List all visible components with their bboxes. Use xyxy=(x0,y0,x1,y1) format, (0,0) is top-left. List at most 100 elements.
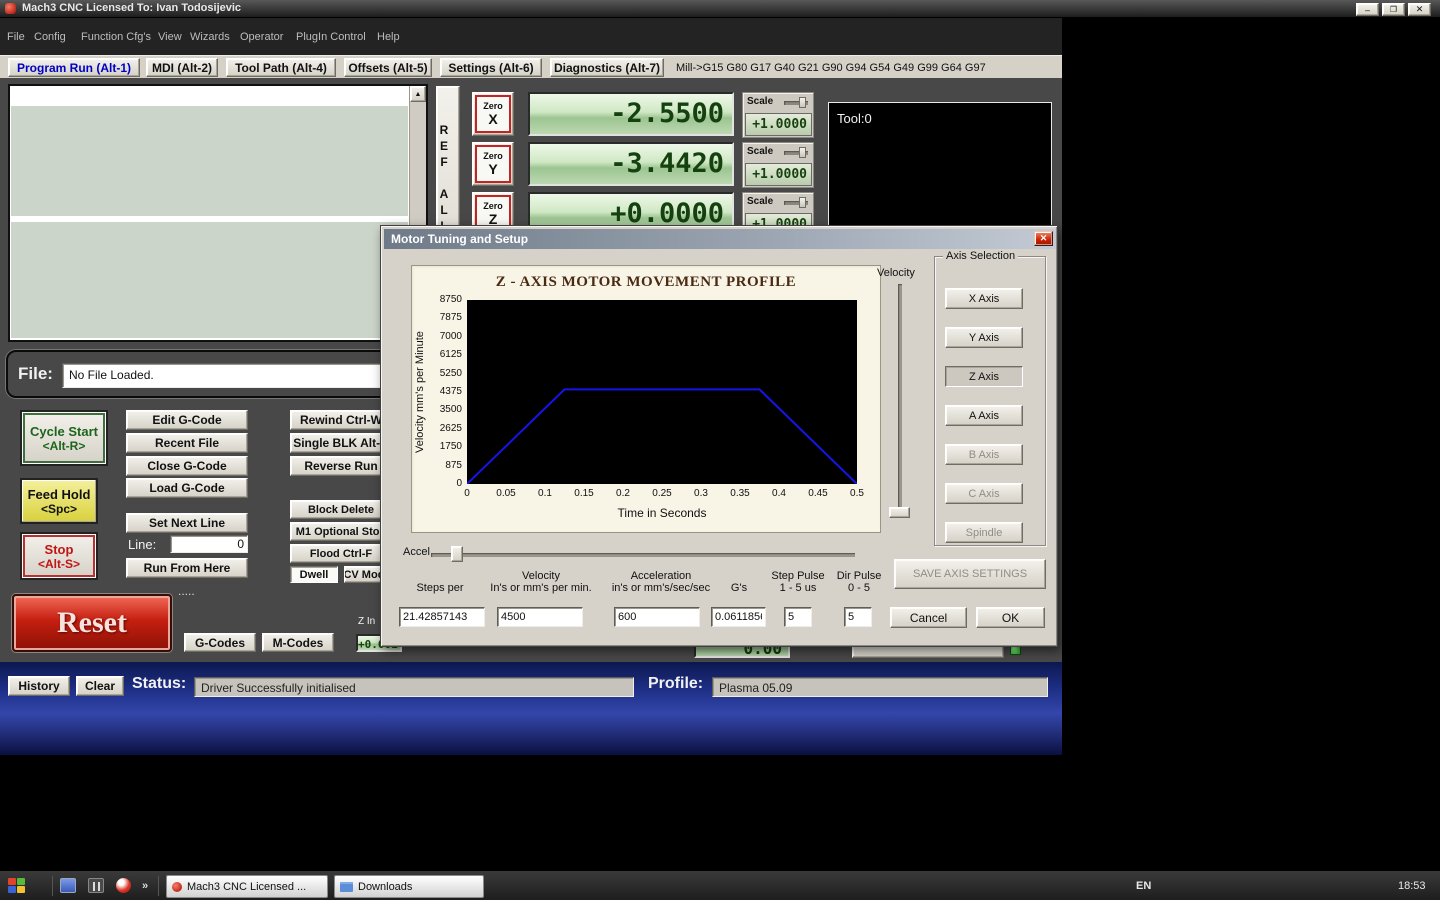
dwell-button[interactable]: Dwell xyxy=(290,566,338,583)
active-modes-text: Mill->G15 G80 G17 G40 G21 G90 G94 G54 G4… xyxy=(676,62,986,74)
flood-button[interactable]: Flood Ctrl-F xyxy=(290,544,392,563)
scroll-up-button[interactable]: ▲ xyxy=(410,86,426,102)
block-delete-button[interactable]: Block Delete xyxy=(290,500,392,519)
a-axis-button[interactable]: A Axis xyxy=(945,405,1023,426)
scale-x-slider-thumb[interactable] xyxy=(799,97,806,108)
rewind-button[interactable]: Rewind Ctrl-W xyxy=(290,410,392,430)
menu-wizards[interactable]: Wizards xyxy=(190,31,230,43)
taskbar-task-downloads[interactable]: Downloads xyxy=(334,875,484,898)
spindle-button-label: Spindle xyxy=(965,526,1003,539)
menu-help[interactable]: Help xyxy=(377,31,400,43)
pause-bars-icon xyxy=(93,882,95,891)
desktop: Mach3 CNC Licensed To: Ivan Todosijevic … xyxy=(0,0,1440,900)
feed-hold-button[interactable]: Feed Hold <Spc> xyxy=(20,478,98,524)
history-button[interactable]: History xyxy=(8,676,70,696)
step-pulse-input[interactable] xyxy=(784,607,812,627)
line-input[interactable] xyxy=(170,535,248,553)
zero-y-button[interactable]: Zero Y xyxy=(472,142,514,186)
velocity-input[interactable] xyxy=(497,607,583,627)
gcodes-button[interactable]: G-Codes xyxy=(184,633,256,652)
single-blk-button[interactable]: Single BLK Alt-N xyxy=(290,433,392,453)
y-axis-dro[interactable]: -3.4420 xyxy=(528,142,734,186)
dialog-close-button[interactable]: ✕ xyxy=(1034,231,1053,246)
acceleration-input[interactable] xyxy=(614,607,700,627)
velocity-slider-track[interactable] xyxy=(898,284,902,516)
reset-label: Reset xyxy=(57,606,127,639)
axis-selection-label: Axis Selection xyxy=(943,250,1019,262)
tab-tool-path[interactable]: Tool Path (Alt-4) xyxy=(226,58,336,77)
z-axis-button-label: Z Axis xyxy=(969,370,999,383)
taskbar-task-mach3[interactable]: Mach3 CNC Licensed ... xyxy=(166,875,328,898)
m1-optional-stop-button[interactable]: M1 Optional Stop xyxy=(290,522,392,541)
start-flag-blue xyxy=(8,886,16,893)
y-tick-label: 5250 xyxy=(439,367,462,379)
start-flag-green xyxy=(17,878,25,885)
chart-panel: Z - AXIS MOTOR MOVEMENT PROFILE Velocity… xyxy=(411,265,881,533)
language-indicator[interactable]: EN xyxy=(1136,880,1151,892)
tab-diagnostics[interactable]: Diagnostics (Alt-7) xyxy=(550,58,664,77)
load-gcode-button[interactable]: Load G-Code xyxy=(126,478,248,498)
gs-field-label: G's xyxy=(730,582,748,594)
quick-launch-icon-1[interactable] xyxy=(60,878,76,893)
dir-pulse-label: Dir Pulse xyxy=(836,570,882,582)
mcodes-button[interactable]: M-Codes xyxy=(262,633,334,652)
scale-y-slider-thumb[interactable] xyxy=(799,147,806,158)
gs-input[interactable] xyxy=(711,607,766,627)
menu-operator[interactable]: Operator xyxy=(240,31,283,43)
menu-function-cfgs[interactable]: Function Cfg's xyxy=(81,31,151,43)
zero-y-text: Zero xyxy=(483,151,503,161)
b-axis-button-label: B Axis xyxy=(968,448,1000,461)
scale-z-slider-thumb[interactable] xyxy=(799,197,806,208)
reverse-run-button[interactable]: Reverse Run xyxy=(290,456,392,476)
steps-per-input[interactable] xyxy=(399,607,485,627)
tab-mdi-label: MDI (Alt-2) xyxy=(152,60,212,75)
minimize-button[interactable]: – xyxy=(1356,3,1379,16)
menu-view[interactable]: View xyxy=(158,31,182,43)
menu-file[interactable]: File xyxy=(7,31,25,43)
tab-offsets[interactable]: Offsets (Alt-5) xyxy=(344,58,432,77)
taskbar-separator xyxy=(158,876,159,896)
ok-button[interactable]: OK xyxy=(976,607,1045,628)
x-axis-dro[interactable]: -2.5500 xyxy=(528,92,734,136)
y-axis-button[interactable]: Y Axis xyxy=(945,327,1023,348)
menu-config[interactable]: Config xyxy=(34,31,66,43)
x-axis-button[interactable]: X Axis xyxy=(945,288,1023,309)
spindle-button: Spindle xyxy=(945,522,1023,543)
run-from-here-button[interactable]: Run From Here xyxy=(126,558,248,578)
recent-file-button[interactable]: Recent File xyxy=(126,433,248,453)
start-button[interactable] xyxy=(8,878,26,894)
edit-gcode-button[interactable]: Edit G-Code xyxy=(126,410,248,430)
accel-slider-thumb[interactable] xyxy=(451,546,463,562)
close-button[interactable]: ✕ xyxy=(1408,3,1431,16)
cancel-button[interactable]: Cancel xyxy=(890,607,967,628)
quick-launch-expand-icon[interactable]: » xyxy=(142,880,148,892)
x-tick-label: 0.25 xyxy=(652,488,672,499)
stop-button[interactable]: Stop <Alt-S> xyxy=(20,532,98,580)
z-axis-button[interactable]: Z Axis xyxy=(945,366,1023,387)
a-axis-button-label: A Axis xyxy=(969,409,999,422)
reset-button[interactable]: Reset xyxy=(12,594,172,652)
mcodes-label: M-Codes xyxy=(272,635,324,650)
file-label: File: xyxy=(18,364,53,383)
close-gcode-button[interactable]: Close G-Code xyxy=(126,456,248,476)
tab-mdi[interactable]: MDI (Alt-2) xyxy=(146,58,218,77)
taskbar-clock[interactable]: 18:53 xyxy=(1398,880,1426,892)
dialog-titlebar[interactable]: Motor Tuning and Setup ✕ xyxy=(384,229,1056,249)
y-tick-label: 8750 xyxy=(439,294,462,305)
zero-x-button[interactable]: Zero X xyxy=(472,92,514,136)
tab-program-run[interactable]: Program Run (Alt-1) xyxy=(8,58,140,77)
restore-button[interactable]: ❐ xyxy=(1382,3,1405,16)
clear-button[interactable]: Clear xyxy=(76,676,124,696)
accel-slider-track[interactable] xyxy=(431,553,855,557)
dir-pulse-input[interactable] xyxy=(844,607,872,627)
quick-launch-icon-2[interactable] xyxy=(88,878,104,893)
set-next-line-button[interactable]: Set Next Line xyxy=(126,513,248,533)
velocity-slider-thumb[interactable] xyxy=(889,507,910,518)
single-blk-label: Single BLK Alt-N xyxy=(293,436,389,450)
save-axis-settings-button[interactable]: SAVE AXIS SETTINGS xyxy=(894,559,1046,589)
file-field: No File Loaded. xyxy=(62,363,382,388)
tab-settings[interactable]: Settings (Alt-6) xyxy=(440,58,542,77)
quick-launch-icon-3[interactable] xyxy=(116,878,131,893)
cycle-start-button[interactable]: Cycle Start <Alt-R> xyxy=(20,410,108,466)
menu-plugin-control[interactable]: PlugIn Control xyxy=(296,31,366,43)
